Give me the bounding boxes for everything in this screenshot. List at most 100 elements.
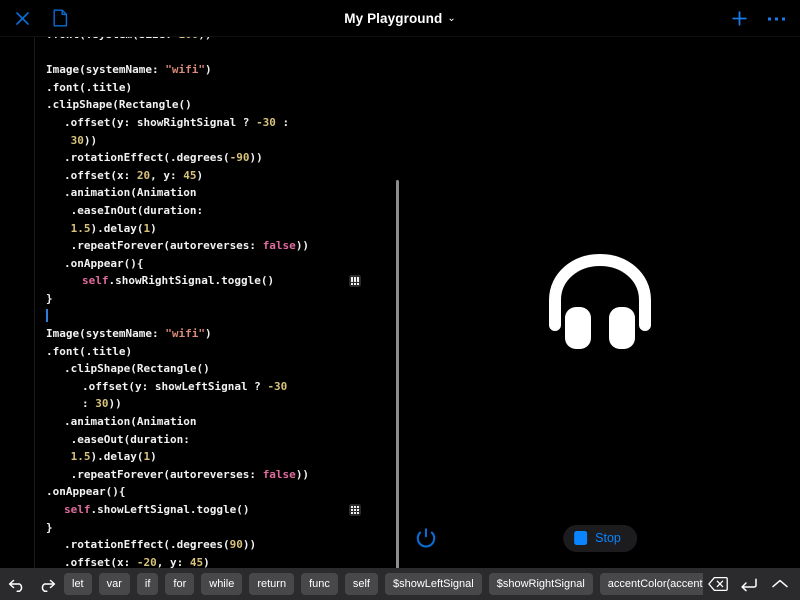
code-token: )) bbox=[198, 37, 211, 41]
code-token: 90 bbox=[230, 538, 243, 551]
code-token: .animation(Animation bbox=[64, 415, 196, 428]
code-token: : bbox=[276, 116, 289, 129]
code-token: -30 bbox=[256, 116, 276, 129]
main-split-view: .font(.system(size: 100)) Image(systemNa… bbox=[0, 37, 800, 568]
code-line[interactable]: : 30)) bbox=[46, 395, 390, 413]
keyword-chip-list: letvariffor while return func self $showLeftS… bbox=[64, 573, 779, 595]
code-line[interactable]: .font(.title) bbox=[46, 343, 390, 361]
delete-backward-icon[interactable] bbox=[707, 573, 729, 595]
code-line[interactable]: .animation(Animation bbox=[46, 184, 390, 202]
return-key-icon[interactable] bbox=[738, 573, 760, 595]
headphones-icon bbox=[539, 251, 661, 355]
code-token: .clipShape(Rectangle() bbox=[64, 362, 210, 375]
plus-icon[interactable] bbox=[728, 8, 750, 30]
code-line[interactable]: 1.5).delay(1) bbox=[46, 448, 390, 466]
code-line[interactable]: .easeInOut(duration: bbox=[46, 202, 390, 220]
code-token: ).delay( bbox=[91, 450, 144, 463]
code-token: .repeatForever(autoreverses: bbox=[64, 239, 263, 252]
redo-arrow-icon[interactable] bbox=[35, 573, 57, 595]
keyword-chip-func[interactable]: func bbox=[301, 573, 338, 595]
code-line[interactable]: .offset(y: showLeftSignal ? -30 bbox=[46, 378, 390, 396]
code-token: ) bbox=[150, 450, 157, 463]
code-line[interactable]: self.showLeftSignal.toggle() bbox=[46, 501, 390, 519]
keyword-chip-self[interactable]: self bbox=[345, 573, 378, 595]
code-line[interactable]: .offset(y: showRightSignal ? -30 : bbox=[46, 114, 390, 132]
code-token: .offset(y: showRightSignal ? bbox=[64, 116, 256, 129]
code-line[interactable]: .repeatForever(autoreverses: false)) bbox=[46, 466, 390, 484]
power-restart-icon[interactable] bbox=[412, 524, 440, 552]
code-token: .onAppear(){ bbox=[64, 257, 143, 270]
close-x-icon[interactable] bbox=[11, 7, 33, 29]
code-line[interactable]: .repeatForever(autoreverses: false)) bbox=[46, 237, 390, 255]
results-grid-icon[interactable] bbox=[349, 275, 361, 287]
results-grid-icon[interactable] bbox=[349, 504, 361, 516]
keyword-chip-if[interactable]: if bbox=[137, 573, 159, 595]
code-token: 45 bbox=[190, 556, 203, 568]
code-token: )) bbox=[84, 134, 97, 147]
keyword-chip-$showrightsignal[interactable]: $showRightSignal bbox=[489, 573, 593, 595]
code-line[interactable]: } bbox=[46, 519, 390, 537]
code-token: 20 bbox=[137, 169, 150, 182]
code-line[interactable]: .clipShape(Rectangle() bbox=[46, 360, 390, 378]
code-token: .easeInOut(duration: bbox=[64, 204, 203, 217]
keyword-chip-var[interactable]: var bbox=[99, 573, 130, 595]
code-token: -30 bbox=[267, 380, 287, 393]
code-token: Image(systemName: bbox=[46, 63, 165, 76]
code-line[interactable]: Image(systemName: "wifi") bbox=[46, 325, 390, 343]
code-token bbox=[64, 134, 71, 147]
keyword-chip-return[interactable]: return bbox=[249, 573, 294, 595]
code-line[interactable]: .onAppear(){ bbox=[46, 255, 390, 273]
code-editor-pane[interactable]: .font(.system(size: 100)) Image(systemNa… bbox=[0, 37, 400, 568]
code-token: .offset(x: bbox=[64, 169, 137, 182]
code-token: )) bbox=[109, 397, 122, 410]
keyword-chip-while[interactable]: while bbox=[201, 573, 242, 595]
chevron-down-icon[interactable]: ⌄ bbox=[447, 13, 455, 24]
code-line[interactable]: .easeOut(duration: bbox=[46, 431, 390, 449]
code-line[interactable]: .animation(Animation bbox=[46, 413, 390, 431]
keyword-chip-for[interactable]: for bbox=[165, 573, 194, 595]
code-token: ) bbox=[205, 327, 212, 340]
code-token: false bbox=[263, 468, 296, 481]
code-line[interactable]: } bbox=[46, 290, 390, 308]
code-token: .offset(y: showLeftSignal ? bbox=[82, 380, 267, 393]
code-line[interactable]: .rotationEffect(.degrees(-90)) bbox=[46, 149, 390, 167]
code-token: .showLeftSignal.toggle() bbox=[91, 503, 250, 516]
keyword-chip-let[interactable]: let bbox=[64, 573, 92, 595]
keyword-chip-$showleftsignal[interactable]: $showLeftSignal bbox=[385, 573, 482, 595]
code-token: : bbox=[82, 397, 95, 410]
code-line[interactable]: 1.5).delay(1) bbox=[46, 220, 390, 238]
code-line[interactable]: .font(.title) bbox=[46, 79, 390, 97]
code-line[interactable] bbox=[46, 308, 390, 326]
code-scrollbar[interactable] bbox=[396, 180, 399, 568]
code-token: ) bbox=[205, 63, 212, 76]
code-line[interactable]: 30)) bbox=[46, 132, 390, 150]
code-line[interactable]: .offset(x: 20, y: 45) bbox=[46, 167, 390, 185]
code-token bbox=[64, 222, 71, 235]
code-token: self bbox=[64, 503, 91, 516]
chevron-up-icon[interactable] bbox=[769, 573, 791, 595]
code-token: .offset(x: bbox=[64, 556, 137, 568]
code-line[interactable]: .offset(x: -20, y: 45) bbox=[46, 554, 390, 568]
code-line[interactable] bbox=[46, 44, 390, 62]
page-title[interactable]: My Playground bbox=[344, 11, 442, 26]
code-token: ) bbox=[196, 169, 203, 182]
code-line[interactable]: .clipShape(Rectangle() bbox=[46, 96, 390, 114]
code-line[interactable]: Image(systemName: "wifi") bbox=[46, 61, 390, 79]
code-token: 45 bbox=[183, 169, 196, 182]
code-line[interactable]: .onAppear(){ bbox=[46, 483, 390, 501]
code-line[interactable]: .rotationEffect(.degrees(90)) bbox=[46, 536, 390, 554]
code-token: -20 bbox=[137, 556, 157, 568]
code-line[interactable]: self.showRightSignal.toggle() bbox=[46, 272, 390, 290]
stop-button[interactable]: Stop bbox=[563, 525, 637, 552]
code-line[interactable]: .font(.system(size: 100)) bbox=[46, 37, 390, 44]
stop-button-label: Stop bbox=[595, 531, 621, 545]
code-text-area[interactable]: .font(.system(size: 100)) Image(systemNa… bbox=[0, 37, 400, 568]
undo-arrow-icon[interactable] bbox=[6, 573, 28, 595]
toolbar-right-group bbox=[728, 0, 788, 37]
code-token: 1.5 bbox=[71, 450, 91, 463]
code-token: )) bbox=[249, 151, 262, 164]
ellipsis-icon[interactable] bbox=[766, 8, 788, 30]
document-page-icon[interactable] bbox=[49, 7, 71, 29]
toolbar-left-group bbox=[0, 7, 71, 29]
document-title-group: My Playground ⌄ bbox=[0, 0, 800, 37]
